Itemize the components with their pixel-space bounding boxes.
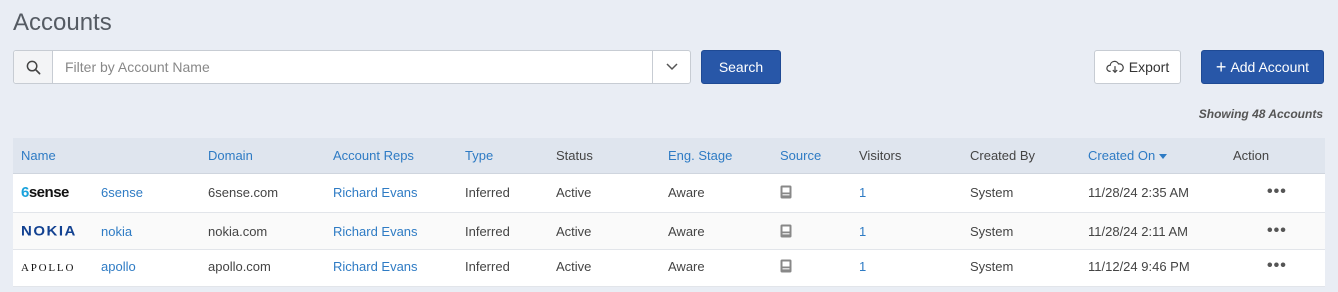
column-header-account-reps[interactable]: Account Reps	[333, 148, 414, 163]
account-name-link[interactable]: apollo	[101, 259, 136, 274]
export-label: Export	[1128, 59, 1170, 75]
account-name-link[interactable]: nokia	[101, 224, 132, 239]
document-icon	[780, 224, 792, 243]
chevron-down-icon[interactable]	[652, 51, 690, 83]
table-row[interactable]: NOKIA nokia nokia.com Richard Evans Infe…	[13, 213, 1325, 250]
search-bar	[13, 50, 691, 84]
company-logo-nokia: NOKIA	[21, 223, 77, 239]
status-cell: Active	[556, 224, 592, 239]
created-by-cell: System	[970, 185, 1014, 200]
column-header-status: Status	[556, 148, 593, 163]
created-on-cell: 11/12/24 9:46 PM	[1088, 259, 1190, 274]
column-header-visitors: Visitors	[859, 148, 902, 163]
domain-cell: nokia.com	[208, 224, 268, 239]
created-on-cell: 11/28/24 2:35 AM	[1088, 185, 1189, 200]
search-icon[interactable]	[14, 51, 53, 83]
add-account-button[interactable]: + Add Account	[1201, 50, 1324, 84]
stage-cell: Aware	[668, 224, 705, 239]
domain-cell: 6sense.com	[208, 185, 279, 200]
domain-cell: apollo.com	[208, 259, 271, 274]
visitors-link[interactable]: 1	[859, 259, 866, 274]
page-title: Accounts	[13, 9, 112, 36]
column-header-type[interactable]: Type	[465, 148, 493, 163]
column-header-created-by: Created By	[970, 148, 1036, 163]
visitors-link[interactable]: 1	[859, 224, 866, 239]
more-actions-icon[interactable]: •••	[1267, 183, 1287, 201]
stage-cell: Aware	[668, 185, 705, 200]
plus-icon: +	[1215, 57, 1227, 77]
table-row[interactable]: APOLLO apollo apollo.com Richard Evans I…	[13, 250, 1325, 287]
table-header: Name Domain Account Reps Type Status Eng…	[13, 138, 1325, 174]
visitors-link[interactable]: 1	[859, 185, 866, 200]
account-rep-link[interactable]: Richard Evans	[333, 259, 418, 274]
column-header-created-on[interactable]: Created On	[1088, 148, 1168, 163]
more-actions-icon[interactable]: •••	[1267, 222, 1287, 240]
column-header-action: Action	[1233, 148, 1270, 163]
more-actions-icon[interactable]: •••	[1267, 257, 1287, 275]
created-on-cell: 11/28/24 2:11 AM	[1088, 224, 1188, 239]
status-cell: Active	[556, 185, 592, 200]
search-button[interactable]: Search	[701, 50, 781, 84]
add-account-label: Add Account	[1230, 59, 1310, 75]
table-row[interactable]: 6sense 6sense 6sense.com Richard Evans I…	[13, 174, 1325, 213]
document-icon	[780, 185, 792, 204]
type-cell: Inferred	[465, 185, 510, 200]
account-name-link[interactable]: 6sense	[101, 185, 143, 200]
search-input[interactable]	[53, 51, 652, 83]
created-by-cell: System	[970, 259, 1014, 274]
document-icon	[780, 259, 792, 278]
account-rep-link[interactable]: Richard Evans	[333, 224, 418, 239]
company-logo-6sense: 6sense	[21, 183, 69, 201]
created-on-label: Created On	[1088, 148, 1156, 163]
type-cell: Inferred	[465, 224, 510, 239]
created-by-cell: System	[970, 224, 1014, 239]
accounts-table: Name Domain Account Reps Type Status Eng…	[13, 138, 1325, 287]
stage-cell: Aware	[668, 259, 705, 274]
column-header-domain[interactable]: Domain	[208, 148, 253, 163]
company-logo-apollo: APOLLO	[21, 262, 76, 274]
sort-desc-icon	[1159, 154, 1168, 160]
column-header-source[interactable]: Source	[780, 148, 821, 163]
column-header-name[interactable]: Name	[21, 148, 56, 163]
type-cell: Inferred	[465, 259, 510, 274]
export-button[interactable]: Export	[1094, 50, 1181, 84]
account-rep-link[interactable]: Richard Evans	[333, 185, 418, 200]
cloud-download-icon	[1106, 60, 1124, 74]
showing-count: Showing 48 Accounts	[1198, 107, 1323, 121]
column-header-eng-stage[interactable]: Eng. Stage	[668, 148, 732, 163]
status-cell: Active	[556, 259, 592, 274]
